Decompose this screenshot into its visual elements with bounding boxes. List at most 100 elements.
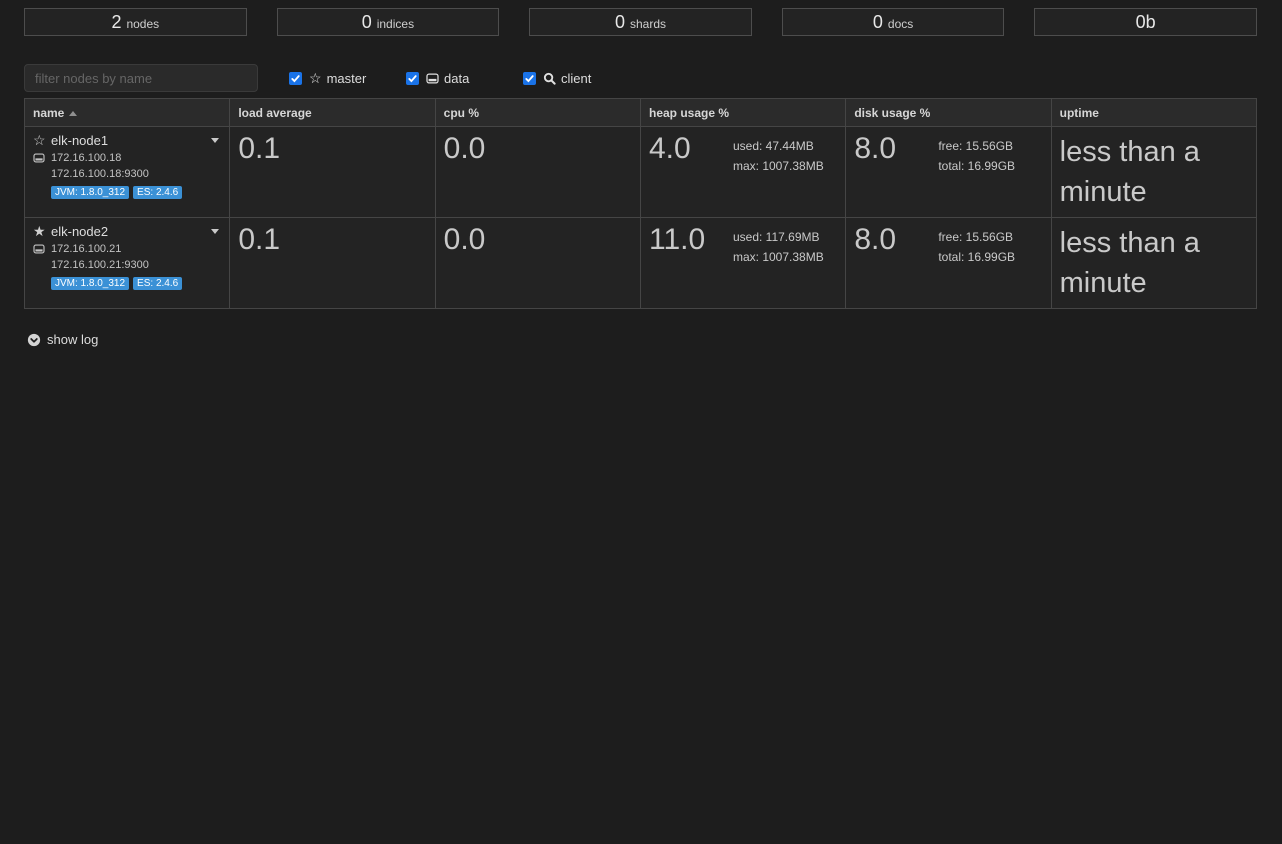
node-title-line: ★ elk-node2 [33, 223, 221, 240]
filter-row: ☆ master data client [24, 64, 1258, 92]
heap-detail: used: 117.69MB max: 1007.38MB [733, 223, 824, 267]
cpu-cell: 0.0 [435, 218, 640, 309]
stat-docs: 0 docs [782, 8, 1005, 36]
heap-detail: used: 47.44MB max: 1007.38MB [733, 132, 824, 176]
hdd-icon [33, 244, 51, 254]
column-header-heap-usage[interactable]: heap usage % [640, 99, 845, 127]
load-average-cell: 0.1 [230, 127, 435, 218]
node-ip: 172.16.100.18 [51, 152, 121, 164]
stat-size: 0b [1034, 8, 1257, 36]
filter-client-label: client [561, 71, 591, 86]
checkbox-checked[interactable] [523, 72, 536, 85]
disk-percent-value: 8.0 [854, 223, 938, 267]
table-header-row: name load average cpu % heap usage % dis… [25, 99, 1257, 127]
node-ip: 172.16.100.21 [51, 243, 121, 255]
disk-usage-cell: 8.0 free: 15.56GB total: 16.99GB [846, 127, 1051, 218]
nodes-table: name load average cpu % heap usage % dis… [24, 98, 1257, 309]
node-badges: JVM: 1.8.0_312 ES: 2.4.6 [33, 186, 221, 199]
column-header-load-average[interactable]: load average [230, 99, 435, 127]
search-icon [543, 72, 556, 85]
disk-free: free: 15.56GB [938, 227, 1015, 247]
node-ip-line: 172.16.100.21 [33, 243, 221, 255]
disk-percent-value: 8.0 [854, 132, 938, 176]
filter-nodes-input[interactable] [24, 64, 258, 92]
star-filled-icon: ★ [33, 223, 51, 240]
heap-max: max: 1007.38MB [733, 247, 824, 267]
node-name-cell: ★ elk-node2 172.16.100.21 172.16.100.21:… [25, 218, 230, 309]
uptime-value: less than a minute [1060, 132, 1248, 212]
stat-shards-label: shards [630, 15, 666, 30]
stat-shards-value: 0 [615, 13, 625, 31]
load-average-value: 0.1 [238, 132, 426, 166]
node-name: elk-node2 [51, 224, 108, 239]
node-name-cell: ☆ elk-node1 172.16.100.18 172.16.100.18:… [25, 127, 230, 218]
show-log-toggle[interactable]: show log [27, 332, 98, 347]
hdd-icon [426, 73, 439, 84]
disk-total: total: 16.99GB [938, 156, 1015, 176]
column-header-name[interactable]: name [25, 99, 230, 127]
jvm-version-badge: JVM: 1.8.0_312 [51, 186, 129, 199]
cluster-stats-row: 2 nodes 0 indices 0 shards 0 docs 0b [0, 0, 1282, 36]
chevron-circle-down-icon [27, 333, 41, 347]
disk-detail: free: 15.56GB total: 16.99GB [938, 223, 1015, 267]
jvm-version-badge: JVM: 1.8.0_312 [51, 277, 129, 290]
stat-docs-value: 0 [873, 13, 883, 31]
stat-nodes-label: nodes [126, 15, 159, 30]
disk-usage-cell: 8.0 free: 15.56GB total: 16.99GB [846, 218, 1051, 309]
heap-used: used: 47.44MB [733, 136, 824, 156]
node-badges: JVM: 1.8.0_312 ES: 2.4.6 [33, 277, 221, 290]
heap-usage-cell: 11.0 used: 117.69MB max: 1007.38MB [640, 218, 845, 309]
star-icon: ☆ [309, 71, 322, 85]
stat-size-value: 0b [1136, 13, 1156, 31]
disk-free: free: 15.56GB [938, 136, 1015, 156]
cpu-cell: 0.0 [435, 127, 640, 218]
sort-ascending-icon [69, 111, 77, 116]
heap-used: used: 117.69MB [733, 227, 824, 247]
checkbox-checked[interactable] [406, 72, 419, 85]
load-average-cell: 0.1 [230, 218, 435, 309]
filter-data-checkbox[interactable]: data [406, 71, 523, 86]
cpu-value: 0.0 [444, 132, 632, 166]
disk-detail: free: 15.56GB total: 16.99GB [938, 132, 1015, 176]
uptime-value: less than a minute [1060, 223, 1248, 303]
star-outline-icon: ☆ [33, 132, 51, 149]
stat-indices: 0 indices [277, 8, 500, 36]
node-transport-address: 172.16.100.18:9300 [33, 168, 221, 180]
table-row: ★ elk-node2 172.16.100.21 172.16.100.21:… [25, 218, 1257, 309]
cpu-value: 0.0 [444, 223, 632, 257]
table-row: ☆ elk-node1 172.16.100.18 172.16.100.18:… [25, 127, 1257, 218]
node-actions-caret-icon[interactable] [211, 229, 219, 234]
uptime-cell: less than a minute [1051, 127, 1256, 218]
node-actions-caret-icon[interactable] [211, 138, 219, 143]
column-header-disk-usage[interactable]: disk usage % [846, 99, 1051, 127]
uptime-cell: less than a minute [1051, 218, 1256, 309]
load-average-value: 0.1 [238, 223, 426, 257]
node-transport-address: 172.16.100.21:9300 [33, 259, 221, 271]
column-header-name-label: name [33, 106, 64, 120]
heap-max: max: 1007.38MB [733, 156, 824, 176]
stat-indices-value: 0 [362, 13, 372, 31]
checkbox-checked[interactable] [289, 72, 302, 85]
filter-master-label: master [327, 71, 367, 86]
filter-master-checkbox[interactable]: ☆ master [289, 71, 406, 86]
stat-docs-label: docs [888, 15, 913, 30]
stat-nodes-value: 2 [111, 13, 121, 31]
node-name: elk-node1 [51, 133, 108, 148]
node-ip-line: 172.16.100.18 [33, 152, 221, 164]
heap-percent-value: 11.0 [649, 223, 733, 267]
es-version-badge: ES: 2.4.6 [133, 186, 182, 199]
heap-percent-value: 4.0 [649, 132, 733, 176]
node-title-line: ☆ elk-node1 [33, 132, 221, 149]
stat-indices-label: indices [377, 15, 414, 30]
hdd-icon [33, 153, 51, 163]
column-header-cpu[interactable]: cpu % [435, 99, 640, 127]
stat-shards: 0 shards [529, 8, 752, 36]
heap-usage-cell: 4.0 used: 47.44MB max: 1007.38MB [640, 127, 845, 218]
filter-data-label: data [444, 71, 469, 86]
filter-client-checkbox[interactable]: client [523, 71, 640, 86]
column-header-uptime[interactable]: uptime [1051, 99, 1256, 127]
disk-total: total: 16.99GB [938, 247, 1015, 267]
show-log-label: show log [47, 332, 98, 347]
stat-nodes: 2 nodes [24, 8, 247, 36]
es-version-badge: ES: 2.4.6 [133, 277, 182, 290]
